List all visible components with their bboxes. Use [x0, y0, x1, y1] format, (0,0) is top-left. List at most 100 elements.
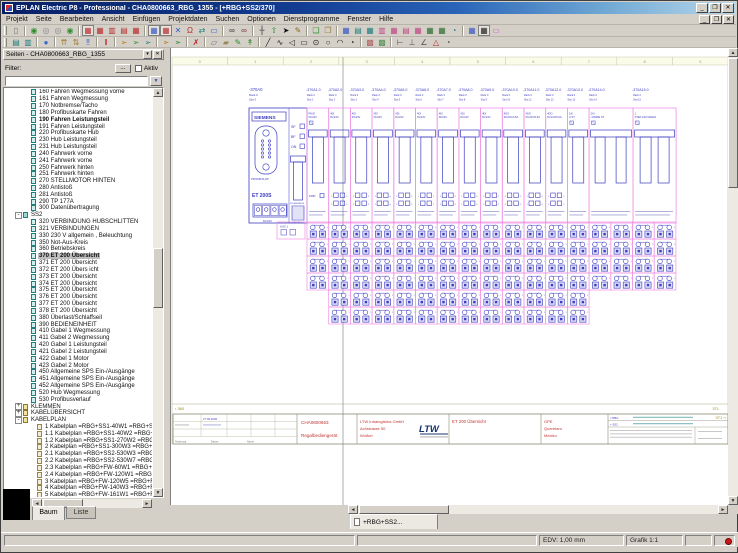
panel-header[interactable]: Seiten - CHA0800663_RBG_1355 ▾ ✕	[3, 49, 164, 60]
image-edit-icon[interactable]: ▩	[376, 37, 388, 48]
tree-item[interactable]: 231 Hub Leistungsteil	[5, 144, 152, 151]
schematic-drawing[interactable]: 0123456789-370A0Rack 0Slot 0SIEMENSPROFI…	[171, 48, 729, 505]
new-window-icon[interactable]: ❏	[310, 25, 322, 36]
aktiv-checkbox[interactable]	[135, 65, 142, 72]
tree-item[interactable]: 380 Überlast/Schlaffseil	[5, 314, 152, 321]
tree-item[interactable]: 160 Fahren Wegmessung vorne	[5, 89, 152, 96]
drawing-canvas[interactable]: 0123456789-370A0Rack 0Slot 0SIEMENSPROFI…	[170, 48, 728, 505]
tree-item[interactable]: 220 Profibuskarte Hub	[5, 130, 152, 137]
tree-item[interactable]: 330 230 V allgemein , Beleuchtung	[5, 232, 152, 239]
tree-item[interactable]: 370 ET 200 Übersicht	[5, 253, 152, 260]
toolbar-grip[interactable]	[4, 26, 7, 35]
ink-drop-icon[interactable]: ●	[40, 37, 52, 48]
menu-bearbeiten[interactable]: Bearbeiten	[56, 16, 98, 23]
mdi-minimize-button[interactable]: _	[699, 15, 710, 24]
paste-icon[interactable]: ▰	[220, 37, 232, 48]
combo-dropdown-icon[interactable]: ▼	[150, 76, 162, 86]
panel-close-icon[interactable]: ✕	[153, 50, 162, 59]
tree-item[interactable]: 191 Fahren Leistungsteil	[5, 123, 152, 130]
tree-item[interactable]: 520 Hub Wegmessung	[5, 389, 152, 396]
tree-item[interactable]: 530 Profibusverlauf	[5, 396, 152, 403]
tree-item[interactable]: 390 BEDIENEINHEIT	[5, 321, 152, 328]
stamp-icon[interactable]: ✎	[232, 37, 244, 48]
scroll-right-icon[interactable]: ►	[718, 505, 728, 514]
draw-polyline-icon[interactable]: ∿	[274, 37, 286, 48]
tree-item[interactable]: 375 ET 200 Übersicht	[5, 287, 152, 294]
tree-item[interactable]: 410 Gabel 1 Wegmessung	[5, 328, 152, 335]
tree-item[interactable]: 320 VERBINDUNG HUBSCHLITTEN	[5, 219, 152, 226]
tree-item[interactable]: 422 Gabel 1 Motor	[5, 355, 152, 362]
page-grid-icon[interactable]: ▦	[130, 25, 142, 36]
tree-item[interactable]: 240 Fahrwerk vorne	[5, 150, 152, 157]
save-page-icon[interactable]: ▤	[10, 37, 22, 48]
draw-line-icon[interactable]: ╱	[262, 37, 274, 48]
report-run-icon[interactable]: ▦	[478, 25, 490, 36]
draw-edit-icon[interactable]: ✎	[292, 25, 304, 36]
scroll-up-icon[interactable]: ▲	[153, 88, 163, 97]
dim-linear-icon[interactable]: ⊢	[394, 37, 406, 48]
tree-item[interactable]: 190 Fahren Leistungsteil	[5, 116, 152, 123]
tree-expander-icon[interactable]: -	[15, 212, 22, 219]
tree-expander-icon[interactable]: -	[15, 417, 22, 424]
filter-combo-field[interactable]	[5, 76, 148, 86]
clock-icon[interactable]: ◔	[448, 25, 460, 36]
tab-liste[interactable]: Liste	[66, 506, 96, 519]
nav-last-icon[interactable]: ◉	[64, 25, 76, 36]
tree-item[interactable]: 161 Fahren Wegmessung	[5, 96, 152, 103]
tree-item[interactable]: 250 Fahrwerk hinten	[5, 164, 152, 171]
tree-item[interactable]: 1.2 Kabelplan =RBG+SS1-270W2 =RBG+SS	[5, 437, 152, 444]
arrow-up-icon[interactable]: ⇧	[268, 25, 280, 36]
tree-item[interactable]: 377 ET 200 Übersicht	[5, 301, 152, 308]
tree-item[interactable]: 2.1 Kabelplan =RBG+SS2-530W3 =RBG+SS	[5, 451, 152, 458]
goto-next-icon[interactable]: ➣	[160, 37, 172, 48]
scroll-thumb[interactable]	[359, 505, 449, 514]
draw-rect-icon[interactable]: ▭	[298, 37, 310, 48]
close-button[interactable]: ✕	[722, 3, 734, 13]
tree-item[interactable]: 300 Datenübertragung	[5, 205, 152, 212]
mdi-restore-button[interactable]: ❐	[711, 15, 722, 24]
tree-item[interactable]: 3 Kabelplan =RBG+FW-120W5 =RBG+FW-1	[5, 478, 152, 485]
tree-item[interactable]: 2.3 Kabelplan =RBG+FW-60W1 =RBG+FW-	[5, 465, 152, 472]
page-tree[interactable]: 160 Fahren Wegmessung vorne161 Fahren We…	[5, 89, 152, 497]
editor-vertical-scrollbar[interactable]: ▲ ▼	[728, 48, 738, 505]
maximize-button[interactable]: ❐	[709, 3, 721, 13]
tolerance-icon[interactable]: △	[430, 37, 442, 48]
jump-source-icon[interactable]: ➢	[118, 37, 130, 48]
page-close-icon[interactable]: ▤	[118, 25, 130, 36]
menu-hilfe[interactable]: Hilfe	[375, 16, 397, 23]
scroll-right-icon[interactable]: ►	[142, 499, 152, 508]
tree-item[interactable]: 451 Allgemeine SPS Ein-/Ausgänge	[5, 376, 152, 383]
draw-circle-icon[interactable]: ○	[322, 37, 334, 48]
editor-horizontal-scrollbar[interactable]: ◄ ►	[348, 505, 728, 514]
jump-target-icon[interactable]: ➢	[130, 37, 142, 48]
protractor-icon[interactable]: ◔	[442, 37, 454, 48]
tree-item[interactable]: 378 ET 200 Übersicht	[5, 308, 152, 315]
tree-item[interactable]: 376 ET 200 Übersicht	[5, 294, 152, 301]
draw-sector-icon[interactable]: ◔	[346, 37, 358, 48]
tree-item[interactable]: 423 Gabel 2 Motor	[5, 362, 152, 369]
tree-item[interactable]: 374 ET 200 Übersicht	[5, 280, 152, 287]
draw-arc-top-icon[interactable]: ◠	[334, 37, 346, 48]
menu-dienstprogramme[interactable]: Dienstprogramme	[280, 16, 344, 23]
save-project-icon[interactable]: ▥	[22, 37, 34, 48]
menu-einfügen[interactable]: Einfügen	[129, 16, 165, 23]
tree-item[interactable]: 2 Kabelplan =RBG+SS1-300W3 =RBG+SS1-	[5, 444, 152, 451]
tree-item[interactable]: 421 Gabel 2 Leistungsteil	[5, 348, 152, 355]
tree-item[interactable]: 2.4 Kabelplan =RBG+FW-120W1 =RBG+FW	[5, 471, 152, 478]
tree-item[interactable]: 170 Notbremse/Tacho	[5, 103, 152, 110]
tree-item[interactable]: 251 Fahrwerk hinten	[5, 171, 152, 178]
nav-first-icon[interactable]: ◉	[28, 25, 40, 36]
draw-polygon-icon[interactable]: ◁	[286, 37, 298, 48]
scroll-down-icon[interactable]: ▼	[153, 488, 163, 497]
dim-chain-icon[interactable]: ⊥	[406, 37, 418, 48]
menu-suchen[interactable]: Suchen	[212, 16, 244, 23]
toolbar-grip[interactable]	[4, 38, 7, 47]
tree-item[interactable]: 280 Antistoß	[5, 185, 152, 192]
special-char-icon[interactable]: Ω	[184, 25, 196, 36]
arrange-window-icon[interactable]: ❐	[322, 25, 334, 36]
priority-icon[interactable]: ‼	[82, 37, 94, 48]
dim-angle-icon[interactable]: ∠	[418, 37, 430, 48]
tree-item[interactable]: 281 Antistoß	[5, 191, 152, 198]
menu-seite[interactable]: Seite	[32, 16, 56, 23]
scroll-thumb[interactable]	[728, 58, 738, 188]
